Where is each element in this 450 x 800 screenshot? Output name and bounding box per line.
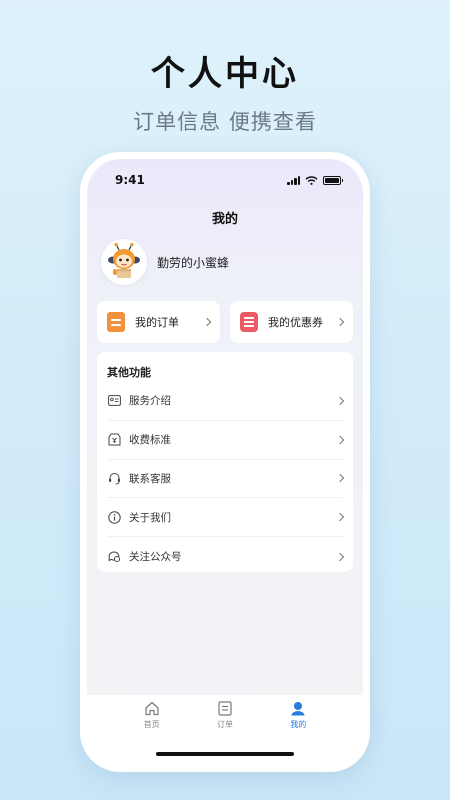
status-bar: 9:41 — [87, 173, 363, 189]
menu-item-service-intro[interactable]: 服务介绍 — [107, 382, 345, 421]
username: 勤劳的小蜜蜂 — [157, 255, 230, 270]
menu-item-label: 联系客服 — [129, 472, 171, 485]
profile-section[interactable]: 勤劳的小蜜蜂 — [101, 239, 229, 285]
headset-icon — [107, 471, 121, 485]
phone-frame: 9:41 我的 勤劳的小蜜蜂 我的订单 我的优惠券 其他功能 服务介绍 收费标准… — [80, 152, 370, 772]
wifi-icon — [305, 176, 318, 185]
menu-item-fee-standard[interactable]: 收费标准 — [107, 421, 345, 460]
chevron-right-icon — [335, 396, 345, 406]
status-time: 9:41 — [115, 173, 145, 187]
chat-icon — [107, 550, 121, 564]
chevron-right-icon — [335, 474, 345, 483]
tab-mine-label: 我的 — [290, 720, 307, 729]
bee-mascot-icon — [108, 242, 140, 278]
chevron-right-icon — [335, 435, 345, 444]
order-icon — [107, 312, 125, 332]
signal-icon — [287, 176, 300, 185]
app-screen: 9:41 我的 勤劳的小蜜蜂 我的订单 我的优惠券 其他功能 服务介绍 收费标准… — [87, 159, 363, 765]
home-indicator — [156, 752, 294, 756]
promo-headline: 个人中心 — [151, 54, 299, 94]
page-title: 我的 — [211, 212, 238, 227]
menu-item-label: 关于我们 — [129, 511, 171, 524]
chevron-right-icon — [202, 317, 212, 327]
chevron-right-icon — [335, 552, 345, 561]
menu-item-about-us[interactable]: 关于我们 — [107, 498, 345, 538]
menu-item-follow-official-account[interactable]: 关注公众号 — [107, 537, 345, 576]
info-icon — [107, 510, 121, 524]
menu-item-label: 服务介绍 — [129, 395, 171, 408]
chevron-right-icon — [335, 317, 345, 327]
avatar[interactable] — [101, 239, 147, 285]
menu-item-label: 收费标准 — [129, 434, 171, 447]
my-orders-button[interactable]: 我的订单 — [97, 301, 220, 343]
my-coupons-label: 我的优惠券 — [268, 316, 323, 329]
tab-home-label: 首页 — [143, 720, 160, 729]
battery-icon — [323, 176, 343, 185]
chevron-right-icon — [335, 513, 345, 522]
my-coupons-button[interactable]: 我的优惠券 — [230, 301, 353, 343]
bottom-tab-bar: 首页 订单 我的 — [87, 695, 363, 765]
my-orders-label: 我的订单 — [135, 316, 179, 329]
coupon-icon — [240, 312, 258, 332]
quick-actions: 我的订单 我的优惠券 — [97, 301, 353, 343]
order-list-icon — [218, 701, 232, 716]
tab-orders-label: 订单 — [216, 720, 233, 729]
home-icon — [145, 701, 159, 716]
menu-item-label: 关注公众号 — [129, 551, 182, 564]
user-icon — [291, 702, 305, 716]
status-icons — [287, 176, 343, 185]
other-functions-title: 其他功能 — [107, 366, 151, 379]
id-card-icon — [107, 394, 121, 408]
menu-item-contact-support[interactable]: 联系客服 — [107, 460, 345, 499]
other-functions-panel: 其他功能 服务介绍 收费标准 联系客服 关于我们 关注公众号 — [97, 352, 353, 572]
fee-icon — [107, 433, 121, 447]
promo-subline: 订单信息 便携查看 — [133, 110, 317, 134]
